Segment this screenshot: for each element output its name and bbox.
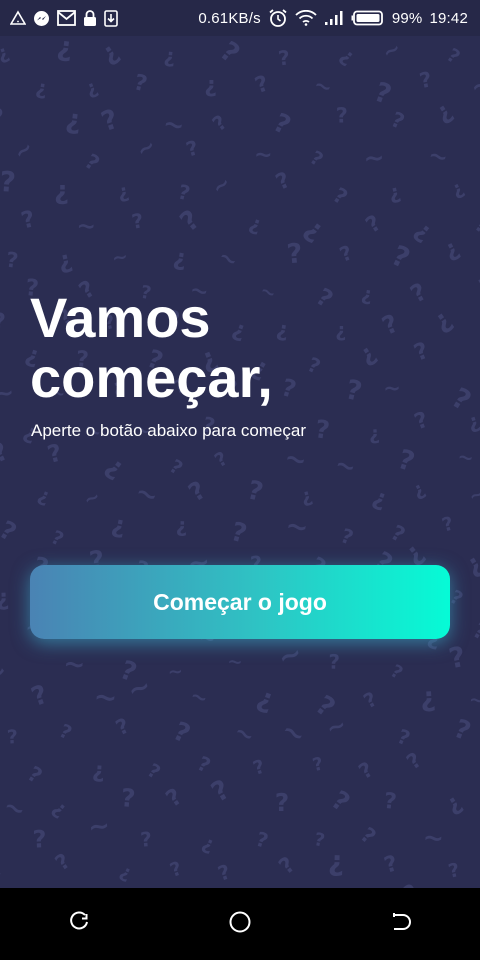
home-button[interactable]: [210, 894, 270, 954]
back-button[interactable]: [370, 894, 430, 954]
download-icon: [104, 9, 118, 27]
home-icon: [228, 910, 252, 939]
status-bar-notifications: [10, 9, 118, 27]
start-game-button[interactable]: Começar o jogo: [30, 565, 450, 639]
page-subtitle: Aperte o botão abaixo para começar: [31, 421, 307, 440]
status-bar: 0.61KB/s 99% 19:42: [0, 0, 480, 36]
signal-icon: [324, 10, 344, 26]
welcome-content: Vamos começar, Aperte o botão abaixo par…: [0, 36, 480, 888]
clock-time: 19:42: [429, 9, 468, 27]
messenger-icon: [33, 10, 50, 27]
network-speed: 0.61KB/s: [198, 9, 261, 27]
app-screen: 0.61KB/s 99% 19:42 ¿ ¿ ¿ ¿?? ¿ ~? ¿ ¿? ¿? ~?? ~? ¿?…: [0, 0, 480, 960]
back-icon: [389, 911, 411, 938]
wifi-icon: [295, 10, 317, 26]
battery-percent: 99%: [391, 9, 423, 27]
lock-icon: [83, 9, 97, 27]
status-bar-system: 0.61KB/s 99% 19:42: [198, 8, 468, 28]
recents-icon: [69, 910, 91, 938]
start-game-button-label: Começar o jogo: [153, 588, 327, 615]
recents-button[interactable]: [50, 894, 110, 954]
gmail-icon: [57, 10, 76, 26]
battery-icon: [351, 10, 385, 26]
alert-triangle-icon: [10, 10, 26, 26]
navigation-bar: [0, 888, 480, 960]
page-title: Vamos começar,: [30, 286, 273, 409]
alarm-icon: [268, 8, 288, 28]
